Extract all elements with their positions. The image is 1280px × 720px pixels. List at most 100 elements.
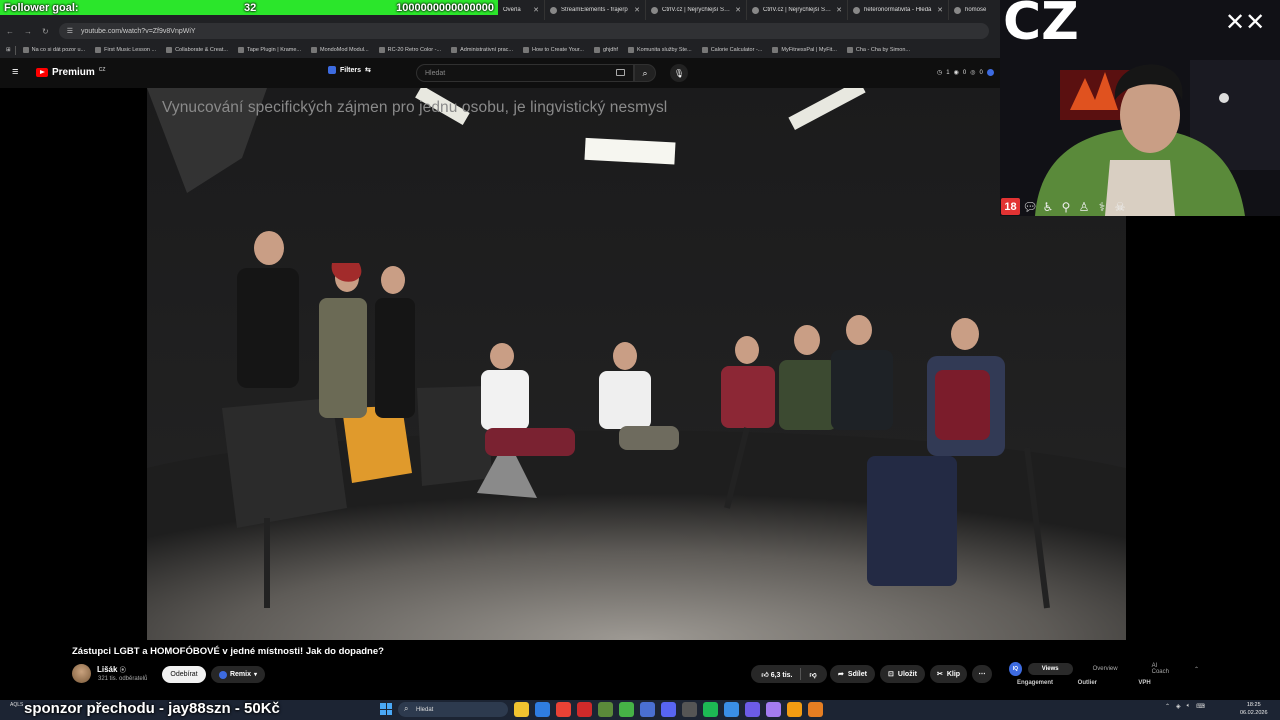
taskbar-app-icon[interactable] [577, 702, 592, 717]
vidiq-tab-ai-coach[interactable]: AI Coach [1138, 660, 1188, 678]
taskbar-app-icon[interactable] [619, 702, 634, 717]
eye-icon: ◉ [953, 70, 959, 76]
bookmark-favicon-icon [378, 47, 385, 53]
bookmark-item[interactable]: First Music Lesson ... [92, 47, 159, 53]
taskbar-clock[interactable]: 18:25 06.02.2026 [1240, 701, 1268, 717]
volume-icon[interactable]: 🔈︎ [1187, 703, 1191, 710]
vidiq-tab-views[interactable]: Views [1027, 663, 1073, 675]
url-field[interactable]: ☰ youtube.com/watch?v=Zf9v8VnpWiY [58, 23, 989, 39]
follower-goal-target: 1000000000000000 [396, 1, 494, 14]
bookmark-item[interactable]: RC-20 Retro Color -... [376, 47, 445, 53]
close-tab-icon[interactable]: ✕ [634, 6, 640, 14]
subscriber-count: 321 tis. odběratelů [98, 676, 148, 682]
bookmark-item[interactable]: ghjdhf [591, 47, 621, 53]
bookmark-favicon-icon [166, 47, 173, 53]
clip-button[interactable]: ✂ Klip [930, 665, 967, 683]
taskbar-app-icon[interactable] [514, 702, 529, 717]
taskbar-app-icon[interactable] [724, 702, 739, 717]
language-icon[interactable]: ⌨ [1196, 703, 1205, 710]
reload-icon[interactable]: ↻ [42, 27, 49, 36]
video-player[interactable]: Vynucování specifických zájmen pro jednu… [147, 88, 1126, 640]
forward-arrow-icon[interactable]: → [24, 27, 32, 36]
chevron-down-icon: ▾ [254, 672, 258, 678]
bookmark-item[interactable]: Komunita služby Ste... [625, 47, 695, 53]
taskbar-app-icon[interactable] [661, 702, 676, 717]
url-text: youtube.com/watch?v=Zf9v8VnpWiY [80, 27, 196, 35]
channel-avatar[interactable] [72, 664, 91, 683]
taskbar-app-icon[interactable] [640, 702, 655, 717]
dislike-button[interactable]: 👎︎ [809, 670, 816, 679]
screen: Follower goal: 32 1000000000000000 Overl… [0, 0, 1280, 720]
close-tab-icon[interactable]: ✕ [533, 6, 539, 14]
thumbs-up-icon: 👍︎ [761, 671, 769, 679]
follower-goal-current: 32 [244, 1, 257, 14]
filters-button[interactable]: Filters ⇆ [328, 66, 371, 74]
browser-tab[interactable]: Overla ✕ [498, 0, 545, 20]
bookmark-item[interactable]: Administrativní prac... [448, 47, 516, 53]
save-button[interactable]: ⊡ Uložit [880, 665, 925, 683]
taskbar-search-input[interactable]: ⌕ Hledat [398, 702, 508, 717]
youtube-logo[interactable]: Premium CZ [36, 67, 105, 78]
taskbar-app-icon[interactable] [598, 702, 613, 717]
close-tab-icon[interactable]: ✕ [836, 6, 842, 14]
remix-button[interactable]: Remix ▾ [211, 666, 265, 683]
channel-name[interactable]: Lišák ⦿ [97, 665, 126, 674]
bookmark-item[interactable]: Na co si dát pozor u... [20, 47, 89, 53]
bookmark-item[interactable]: Calorie Calculator -... [699, 47, 766, 53]
vidiq-panel: IQ Views Overview AI Coach ⌃ Engagement … [1003, 658, 1199, 694]
bookmark-item[interactable]: Tape Plugin | Krame... [235, 47, 304, 53]
age-18-badge: 18 [1001, 198, 1020, 215]
taskbar-app-icon[interactable] [745, 702, 760, 717]
bookmark-item[interactable]: MyFitnessPal | MyFit... [769, 47, 840, 53]
taskbar-app-icon[interactable] [535, 702, 550, 717]
vidiq-column-engagement: Engagement [1017, 680, 1054, 686]
taskbar-app-icon[interactable] [766, 702, 781, 717]
subscribe-button[interactable]: Odebírat [162, 666, 206, 683]
vidiq-logo-icon: IQ [1009, 662, 1022, 676]
taskbar-app-icon[interactable] [808, 702, 823, 717]
browser-tab[interactable]: StreamElements - frajerp ✕ [545, 0, 646, 20]
like-divider [800, 668, 802, 680]
share-icon: ➦ [838, 671, 844, 678]
windows-start-icon[interactable] [380, 703, 392, 715]
close-tab-icon[interactable]: ✕ [937, 6, 943, 14]
close-tab-icon[interactable]: ✕ [735, 6, 741, 14]
bookmark-icon: ⊡ [888, 671, 894, 678]
menu-icon[interactable]: ≡ [12, 67, 23, 78]
video-title: Zástupci LGBT a HOMOFÓBOVÉ v jedné místn… [72, 646, 384, 657]
share-button[interactable]: ➦ Sdílet [830, 665, 875, 683]
search-input[interactable]: Hledat [416, 64, 634, 82]
browser-tab[interactable]: CtrlV.cz | Nejrychlejší Scre ✕ [646, 0, 747, 20]
taskbar-app-icon[interactable] [703, 702, 718, 717]
back-arrow-icon[interactable]: ← [6, 27, 14, 36]
browser-tab[interactable]: heteronormativita - Hledá ✕ [848, 0, 949, 20]
bookmark-item[interactable]: Cha - Cha by Simon... [844, 47, 913, 53]
browser-tab[interactable]: CtrlV.cz | Nejrychlejší Scre ✕ [747, 0, 848, 20]
search-button[interactable]: ⌕ [634, 64, 656, 82]
bookmark-item[interactable]: MondoMod Modul... [308, 47, 372, 53]
bookmark-favicon-icon [846, 47, 853, 53]
bookmark-favicon-icon [627, 47, 634, 53]
taskbar-app-icon[interactable] [787, 702, 802, 717]
chevron-up-icon[interactable]: ⌃ [1194, 666, 1199, 673]
bookmark-item[interactable]: How to Create Your... [520, 47, 587, 53]
vidiq-tab-overview[interactable]: Overview [1079, 663, 1132, 675]
browser-tab[interactable]: homose [949, 0, 1000, 20]
search-placeholder: Hledat [425, 69, 446, 77]
vidiq-icon[interactable] [986, 69, 994, 76]
apps-grid-icon[interactable]: ⊞ [6, 47, 11, 53]
bookmark-item[interactable]: Collaborate & Creat... [163, 47, 231, 53]
voice-search-button[interactable]: 🎙︎ [670, 64, 688, 82]
network-icon[interactable]: ◈ [1176, 703, 1181, 710]
follower-goal-bar: Follower goal: 32 1000000000000000 [0, 0, 498, 15]
like-button[interactable]: 👍︎ 6,3 tis. [761, 670, 792, 679]
clock-date: 06.02.2026 [1240, 710, 1268, 716]
chevron-up-icon[interactable]: ⌃ [1165, 703, 1170, 710]
streamer-logo-icon: ✕✕ [1225, 8, 1266, 36]
taskbar-app-icon[interactable] [556, 702, 571, 717]
more-actions-button[interactable]: ⋯ [972, 665, 992, 683]
site-info-icon[interactable]: ☰ [67, 27, 73, 35]
weather-widget[interactable]: AQLS [10, 702, 23, 708]
taskbar-app-icon[interactable] [682, 702, 697, 717]
keyboard-icon[interactable] [616, 69, 625, 76]
